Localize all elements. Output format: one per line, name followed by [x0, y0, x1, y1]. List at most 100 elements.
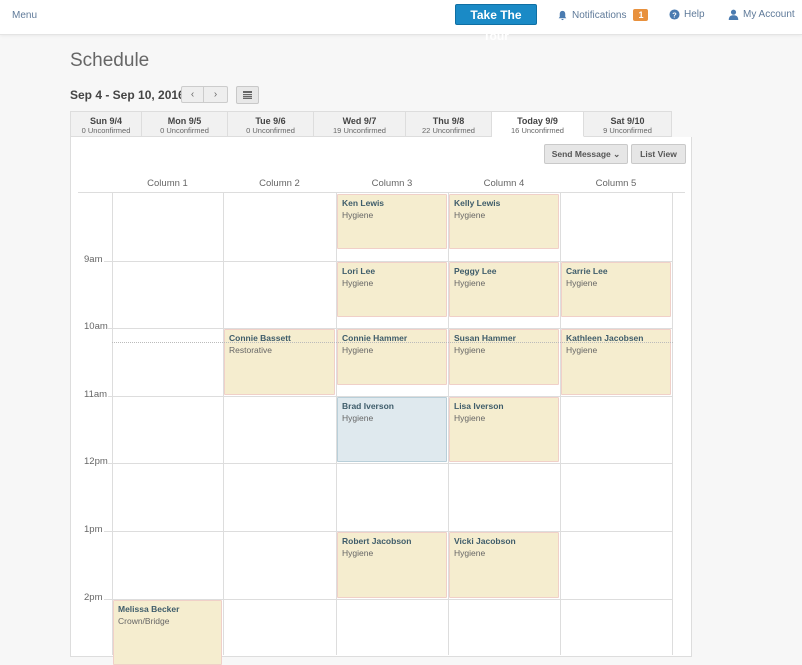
day-tab-date: Sat 9/10 — [610, 116, 645, 126]
grid-top-divider — [78, 192, 685, 193]
appointment-card[interactable]: Connie Bassett Restorative — [224, 329, 335, 395]
calendar-picker-button[interactable] — [236, 86, 259, 104]
appointment-card[interactable]: Robert Jacobson Hygiene — [337, 532, 447, 598]
day-tab[interactable]: Today 9/9 16 Unconfirmed — [492, 111, 584, 137]
appointment-card[interactable]: Melissa Becker Crown/Bridge — [113, 599, 222, 665]
day-tab-date: Tue 9/6 — [255, 116, 286, 126]
appointment-type: Hygiene — [566, 277, 598, 288]
menu-link[interactable]: Menu — [12, 10, 37, 21]
hour-gridline — [112, 463, 673, 465]
appointment-type: Hygiene — [454, 548, 486, 558]
patient-name: Melissa Becker — [118, 603, 180, 614]
day-tab-date: Sun 9/4 — [89, 116, 122, 126]
day-tab-date: Mon 9/5 — [167, 116, 202, 126]
notifications-count-badge: 1 — [633, 9, 649, 21]
week-navigation: ‹ › — [181, 86, 228, 103]
day-tab[interactable]: Mon 9/5 0 Unconfirmed — [142, 111, 228, 137]
appointment-card[interactable]: Lori Lee Hygiene — [337, 261, 447, 318]
patient-name: Peggy Lee — [454, 265, 497, 276]
page-title: Schedule — [70, 50, 150, 71]
appointment-type: Hygiene — [342, 548, 374, 558]
day-tab-unconfirmed-count: 22 Unconfirmed — [422, 126, 475, 135]
day-tab-date: Today 9/9 — [517, 116, 558, 126]
column-header: Column 3 — [371, 178, 413, 189]
time-label: 9am — [84, 253, 103, 265]
appointment-card[interactable]: Susan Hammer Hygiene — [449, 329, 559, 385]
day-tab-date: Thu 9/8 — [432, 116, 465, 126]
user-icon — [728, 9, 739, 20]
appointment-type: Hygiene — [454, 210, 486, 220]
appointment-card[interactable]: Carrie Lee Hygiene — [561, 261, 671, 318]
column-header: Column 5 — [595, 178, 637, 189]
list-view-button[interactable]: List View — [631, 144, 686, 164]
time-label: 12pm — [84, 456, 108, 468]
hour-leader-line — [104, 260, 112, 262]
calendar-icon — [243, 91, 252, 99]
appointment-type: Crown/Bridge — [118, 615, 170, 626]
patient-name: Ken Lewis — [342, 198, 385, 208]
appointment-type: Hygiene — [342, 277, 374, 288]
appointment-type: Hygiene — [454, 277, 486, 288]
day-tab-unconfirmed-count: 0 Unconfirmed — [81, 126, 131, 135]
patient-name: Carrie Lee — [566, 265, 608, 276]
appointment-card[interactable]: Brad Iverson Hygiene — [337, 396, 447, 463]
column-divider — [112, 193, 113, 655]
current-time-indicator — [112, 342, 673, 343]
column-divider — [672, 193, 673, 655]
day-tab-unconfirmed-count: 0 Unconfirmed — [160, 126, 209, 135]
appointment-card[interactable]: Peggy Lee Hygiene — [449, 261, 559, 318]
appointment-type: Hygiene — [454, 412, 486, 423]
take-the-tour-button[interactable]: Take The Tour — [455, 4, 537, 43]
appointment-card[interactable]: Vicki Jacobson Hygiene — [449, 532, 559, 598]
day-tabs: Sun 9/4 0 Unconfirmed Mon 9/5 0 Unconfirmed… — [70, 111, 692, 137]
hour-leader-line — [104, 531, 112, 532]
appointment-card[interactable]: Connie Hammer Hygiene — [337, 329, 447, 385]
send-message-dropdown-button[interactable]: Send Message ⌄ — [544, 144, 628, 164]
time-label: 10am — [84, 321, 108, 333]
my-account-link[interactable]: My Account — [728, 9, 795, 20]
appointment-card[interactable]: Kelly Lewis Hygiene — [449, 194, 559, 250]
bell-icon — [558, 10, 567, 20]
patient-name: Lisa Iverson — [454, 400, 504, 411]
patient-name: Brad Iverson — [342, 400, 394, 411]
notifications-link[interactable]: Notifications 1 — [557, 9, 649, 21]
time-label: 1pm — [84, 524, 103, 535]
appointment-type: Restorative — [229, 345, 272, 356]
hour-leader-line — [104, 598, 112, 600]
hour-leader-line — [108, 463, 116, 465]
column-header: Column 1 — [147, 178, 188, 189]
day-tab-unconfirmed-count: 16 Unconfirmed — [511, 126, 564, 135]
appointment-card[interactable]: Lisa Iverson Hygiene — [449, 396, 559, 463]
day-tab[interactable]: Tue 9/6 0 Unconfirmed — [228, 111, 314, 137]
help-link[interactable]: ? Help — [669, 9, 705, 20]
appointment-card[interactable]: Kathleen Jacobsen Hygiene — [561, 329, 671, 395]
patient-name: Robert Jacobson — [342, 536, 412, 546]
top-navigation-bar: Menu Take The Tour Notifications 1 ? Hel… — [0, 0, 802, 43]
day-tab-unconfirmed-count: 19 Unconfirmed — [333, 126, 386, 135]
appointment-card[interactable]: Ken Lewis Hygiene — [337, 194, 447, 250]
day-tab[interactable]: Wed 9/7 19 Unconfirmed — [314, 111, 406, 137]
date-range: Sep 4 - Sep 10, 2016 — [70, 88, 185, 102]
patient-name: Kelly Lewis — [454, 198, 501, 208]
day-tab[interactable]: Sun 9/4 0 Unconfirmed — [70, 111, 142, 137]
day-tab[interactable]: Sat 9/10 9 Unconfirmed — [584, 111, 672, 137]
hour-leader-line — [108, 328, 116, 330]
appointment-type: Hygiene — [342, 345, 374, 356]
column-header: Column 4 — [483, 178, 525, 189]
appointment-type: Hygiene — [566, 345, 598, 356]
time-label: 11am — [84, 388, 108, 400]
previous-week-button[interactable]: ‹ — [181, 86, 204, 103]
day-tab-unconfirmed-count: 0 Unconfirmed — [246, 126, 295, 135]
next-week-button[interactable]: › — [204, 86, 228, 103]
help-label: Help — [684, 9, 705, 20]
column-header: Column 2 — [259, 178, 300, 189]
day-tab[interactable]: Thu 9/8 22 Unconfirmed — [406, 111, 492, 137]
day-tab-unconfirmed-count: 9 Unconfirmed — [603, 126, 652, 135]
svg-text:?: ? — [672, 10, 677, 19]
hour-leader-line — [108, 395, 116, 397]
column-divider — [223, 193, 224, 655]
patient-name: Lori Lee — [342, 265, 376, 276]
day-tab-date: Wed 9/7 — [342, 116, 377, 126]
appointment-type: Hygiene — [454, 345, 486, 356]
appointment-type: Hygiene — [342, 210, 374, 220]
